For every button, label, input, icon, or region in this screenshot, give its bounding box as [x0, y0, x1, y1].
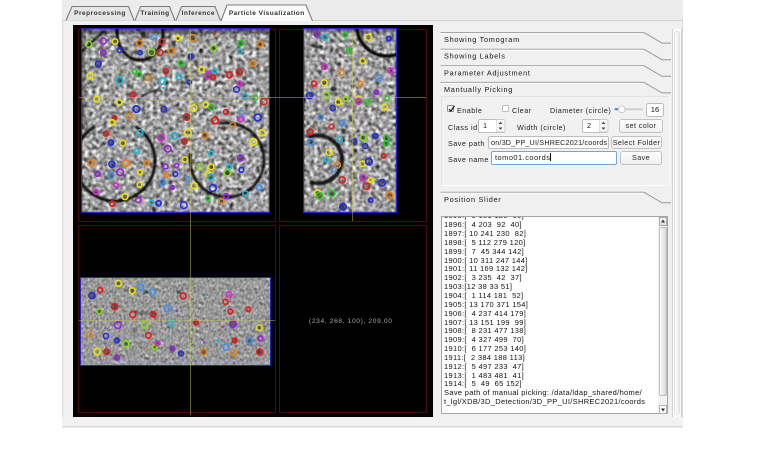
svg-text:Showing Tomogram: Showing Tomogram — [444, 35, 520, 44]
svg-text:Mantually Picking: Mantually Picking — [444, 85, 513, 94]
svg-text:Particle Visualization: Particle Visualization — [229, 10, 305, 17]
svg-text:Preprocessing: Preprocessing — [74, 10, 126, 17]
svg-text:Inference: Inference — [182, 10, 215, 17]
svg-text:Showing Labels: Showing Labels — [444, 52, 506, 61]
svg-text:Parameter Adjustment: Parameter Adjustment — [444, 68, 531, 77]
svg-text:Position Slider: Position Slider — [444, 195, 501, 204]
svg-text:Training: Training — [140, 10, 169, 17]
